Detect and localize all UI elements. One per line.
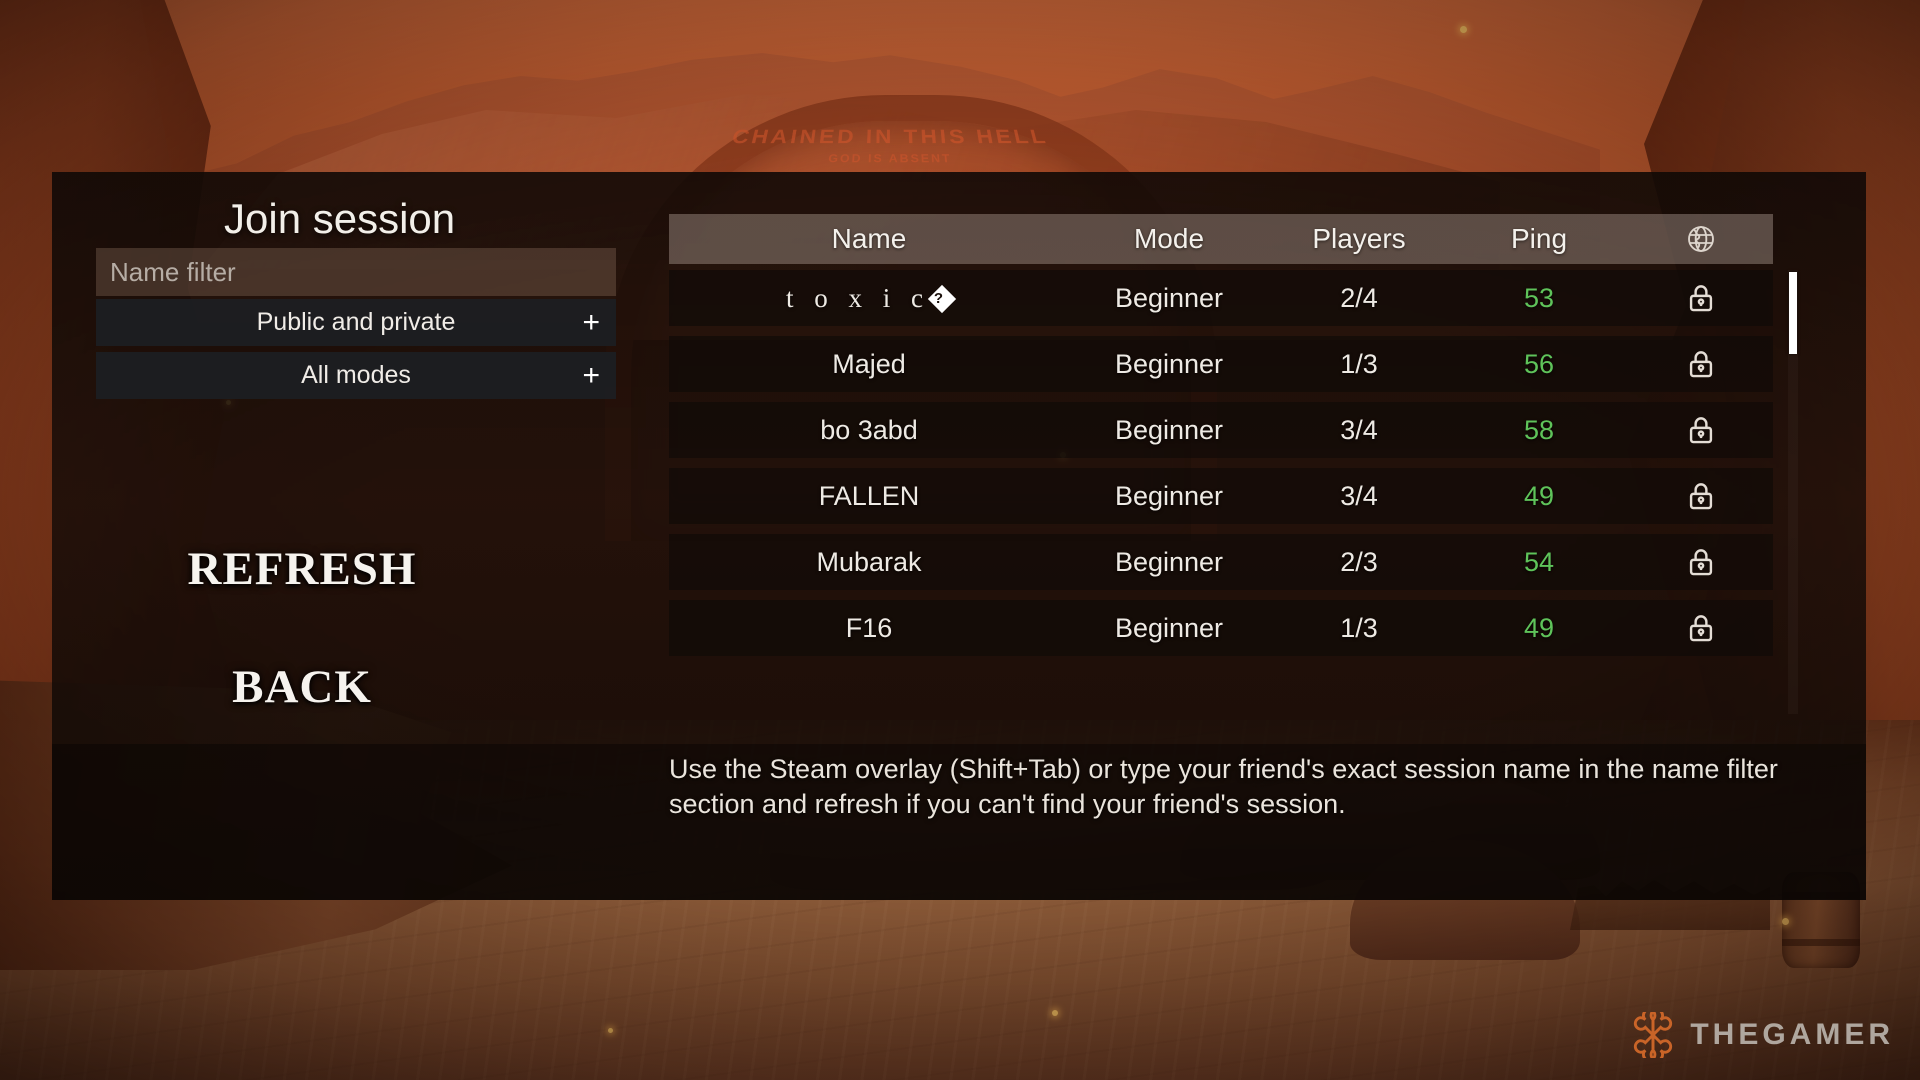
session-ping: 49 — [1523, 480, 1555, 511]
session-list: Name Mode Players Ping t o x i c? Beginne… — [669, 214, 1801, 714]
ember-particle — [608, 1028, 613, 1033]
refresh-button[interactable]: REFRESH — [52, 542, 552, 596]
lock-icon — [1629, 611, 1773, 645]
session-name: bo 3abd — [820, 414, 918, 445]
session-mode: Beginner — [1114, 546, 1224, 577]
plus-icon[interactable]: + — [582, 360, 600, 391]
session-mode: Beginner — [1114, 612, 1224, 643]
session-players: 1/3 — [1340, 612, 1378, 643]
session-players: 2/4 — [1340, 282, 1378, 313]
session-row[interactable]: bo 3abd Beginner 3/4 58 — [669, 402, 1773, 458]
back-button[interactable]: BACK — [52, 660, 552, 714]
lock-icon — [1629, 545, 1773, 579]
privacy-filter-dropdown[interactable]: Public and private + — [96, 299, 616, 346]
session-mode: Beginner — [1114, 480, 1224, 511]
ember-particle — [1782, 918, 1789, 925]
replacement-character-glyph: ? — [927, 284, 957, 313]
column-header-name[interactable]: Name — [669, 223, 1069, 255]
session-name: Majed — [832, 348, 906, 379]
plus-icon[interactable]: + — [582, 307, 600, 338]
page-title: Join session — [224, 195, 456, 242]
privacy-filter-label: Public and private — [256, 308, 456, 336]
mode-filter-label: All modes — [301, 361, 411, 389]
session-name: F16 — [845, 612, 893, 643]
arch-inscription: CHAINED IN THIS HELL GOD IS ABSENT — [631, 125, 1149, 165]
lock-icon — [1629, 479, 1773, 513]
mode-filter-dropdown[interactable]: All modes + — [96, 352, 616, 399]
session-row[interactable]: t o x i c? Beginner 2/4 53 — [669, 270, 1773, 326]
session-row[interactable]: Mubarak Beginner 2/3 54 — [669, 534, 1773, 590]
arch-inscription-main: CHAINED IN THIS HELL — [729, 125, 1051, 148]
lock-icon — [1629, 347, 1773, 381]
lock-icon — [1629, 413, 1773, 447]
session-players: 3/4 — [1340, 480, 1378, 511]
session-ping: 53 — [1523, 282, 1555, 313]
session-row[interactable]: FALLEN Beginner 3/4 49 — [669, 468, 1773, 524]
session-ping: 54 — [1523, 546, 1555, 577]
column-header-mode[interactable]: Mode — [1069, 223, 1269, 255]
session-ping: 56 — [1523, 348, 1555, 379]
session-mode: Beginner — [1114, 414, 1224, 445]
ember-particle — [1460, 26, 1467, 33]
thegamer-logo-icon — [1630, 1008, 1676, 1062]
lock-icon — [1629, 281, 1773, 315]
steam-overlay-hint: Use the Steam overlay (Shift+Tab) or typ… — [669, 754, 1778, 820]
session-players: 1/3 — [1340, 348, 1378, 379]
session-mode: Beginner — [1114, 348, 1224, 379]
column-header-players[interactable]: Players — [1269, 223, 1449, 255]
name-filter-input[interactable] — [96, 248, 616, 296]
session-ping: 58 — [1523, 414, 1555, 445]
session-name: FALLEN — [818, 480, 920, 511]
column-header-ping[interactable]: Ping — [1449, 223, 1629, 255]
globe-icon — [1629, 223, 1773, 255]
session-table-header: Name Mode Players Ping — [669, 214, 1773, 264]
session-ping: 49 — [1523, 612, 1555, 643]
session-row[interactable]: Majed Beginner 1/3 56 — [669, 336, 1773, 392]
session-name: t o x i c? — [669, 283, 1069, 314]
session-list-scrollbar-thumb[interactable] — [1789, 272, 1797, 354]
join-session-dialog: Join session Public and private + All mo… — [52, 172, 1866, 900]
session-row[interactable]: F16 Beginner 1/3 49 — [669, 600, 1773, 656]
arch-inscription-sub: GOD IS ABSENT — [827, 152, 953, 166]
session-players: 2/3 — [1340, 546, 1378, 577]
session-players: 3/4 — [1340, 414, 1378, 445]
session-name: Mubarak — [816, 546, 922, 577]
thegamer-watermark: THEGAMER — [1630, 1008, 1894, 1062]
thegamer-wordmark: THEGAMER — [1690, 1018, 1894, 1051]
ember-particle — [1052, 1010, 1058, 1016]
session-mode: Beginner — [1114, 282, 1224, 313]
session-rows: t o x i c? Beginner 2/4 53 Majed Beginner 1/3 5… — [669, 270, 1773, 666]
